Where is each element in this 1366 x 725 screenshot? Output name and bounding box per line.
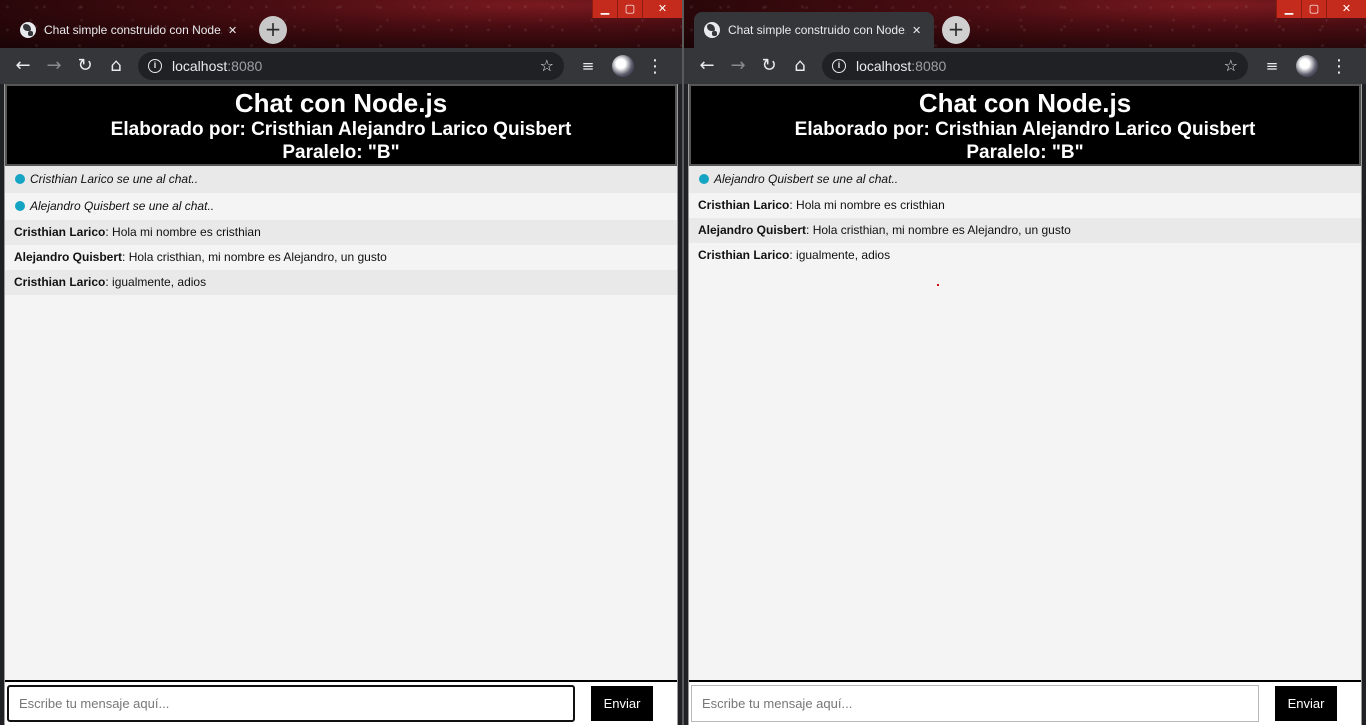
close-tab-icon[interactable]: ✕ [912, 24, 921, 37]
message-text: : igualmente, adios [789, 248, 891, 262]
profile-avatar[interactable] [612, 55, 634, 77]
forward-icon[interactable]: → [724, 52, 752, 80]
message-author: Cristhian Larico [14, 275, 106, 289]
message-composer: Enviar [5, 680, 677, 725]
system-message-text: Alejandro Quisbert se une al chat.. [30, 199, 215, 213]
url-host: localhost [856, 58, 912, 74]
address-bar[interactable]: i localhost:8080 ☆ [822, 52, 1248, 80]
browser-toolbar: ← → ↻ ⌂ i localhost:8080 ☆ ≡ ⋮ [684, 48, 1366, 84]
chat-section: Paralelo: "B" [966, 142, 1084, 163]
tab-title: Chat simple construido con Node.js [44, 23, 222, 37]
message-text: : Hola cristhian, mi nombre es Alejandro… [806, 223, 1071, 237]
chat-message: Cristhian Larico: igualmente, adios [689, 243, 1361, 268]
system-message-text: Cristhian Larico se une al chat.. [30, 172, 199, 186]
site-info-icon[interactable]: i [832, 59, 846, 73]
bookmark-star-icon[interactable]: ☆ [1224, 56, 1238, 75]
reload-icon[interactable]: ↻ [755, 52, 783, 80]
new-tab-button[interactable]: + [259, 16, 287, 44]
chat-message: Cristhian Larico: igualmente, adios [5, 270, 677, 295]
join-dot-icon [15, 174, 25, 184]
send-button[interactable]: Enviar [591, 686, 653, 721]
chat-author: Elaborado por: Cristhian Alejandro Laric… [794, 119, 1256, 140]
message-text: : igualmente, adios [105, 275, 207, 289]
system-message: Cristhian Larico se une al chat.. [5, 166, 677, 193]
message-list: Alejandro Quisbert se une al chat.. Crist… [689, 166, 1361, 268]
globe-icon [20, 22, 36, 38]
browser-toolbar: ← → ↻ ⌂ i localhost:8080 ☆ ≡ ⋮ [0, 48, 682, 84]
message-text: : Hola mi nombre es cristhian [105, 225, 261, 239]
close-window-button[interactable]: ✕ [642, 0, 682, 18]
message-author: Cristhian Larico [698, 248, 790, 262]
message-input[interactable] [7, 685, 575, 722]
message-author: Cristhian Larico [14, 225, 106, 239]
window-controls: ▁ ▢ ✕ [592, 0, 682, 18]
message-input[interactable] [691, 685, 1259, 722]
browser-window-right: ▁ ▢ ✕ Chat simple construido con Node.js… [684, 0, 1366, 725]
chat-title: Chat con Node.js [234, 88, 448, 118]
reading-list-icon[interactable]: ≡ [1258, 57, 1286, 75]
maximize-button[interactable]: ▢ [1301, 0, 1326, 18]
join-dot-icon [15, 201, 25, 211]
menu-icon[interactable]: ⋮ [1330, 56, 1348, 77]
window-controls: ▁ ▢ ✕ [1276, 0, 1366, 18]
chat-author: Elaborado por: Cristhian Alejandro Laric… [110, 119, 572, 140]
message-author: Alejandro Quisbert [14, 250, 123, 264]
browser-tab[interactable]: Chat simple construido con Node.js ✕ [694, 12, 934, 48]
reading-list-icon[interactable]: ≡ [574, 57, 602, 75]
join-dot-icon [699, 174, 709, 184]
chat-title: Chat con Node.js [918, 88, 1132, 118]
home-icon[interactable]: ⌂ [102, 52, 130, 80]
system-message: Alejandro Quisbert se une al chat.. [689, 166, 1361, 193]
address-bar[interactable]: i localhost:8080 ☆ [138, 52, 564, 80]
cursor-speck [937, 284, 939, 286]
system-message: Alejandro Quisbert se une al chat.. [5, 193, 677, 220]
forward-icon[interactable]: → [40, 52, 68, 80]
minimize-button[interactable]: ▁ [592, 0, 617, 18]
new-tab-button[interactable]: + [942, 16, 970, 44]
minimize-button[interactable]: ▁ [1276, 0, 1301, 18]
chat-message: Alejandro Quisbert: Hola cristhian, mi n… [689, 218, 1361, 243]
reload-icon[interactable]: ↻ [71, 52, 99, 80]
message-author: Cristhian Larico [698, 198, 790, 212]
chat-message: Cristhian Larico: Hola mi nombre es cris… [5, 220, 677, 245]
site-info-icon[interactable]: i [148, 59, 162, 73]
browser-tab[interactable]: Chat simple construido con Node.js ✕ [10, 12, 250, 48]
url-port: :8080 [911, 58, 947, 74]
chat-section: Paralelo: "B" [282, 142, 400, 163]
message-author: Alejandro Quisbert [698, 223, 807, 237]
back-icon[interactable]: ← [9, 52, 37, 80]
chat-message: Alejandro Quisbert: Hola cristhian, mi n… [5, 245, 677, 270]
menu-icon[interactable]: ⋮ [646, 56, 664, 77]
message-text: : Hola cristhian, mi nombre es Alejandro… [122, 250, 387, 264]
chat-header: Chat con Node.js Elaborado por: Cristhia… [5, 84, 677, 166]
browser-window-left: ▁ ▢ ✕ Chat simple construido con Node.js… [0, 0, 682, 725]
home-icon[interactable]: ⌂ [786, 52, 814, 80]
system-message-text: Alejandro Quisbert se une al chat.. [714, 172, 899, 186]
message-composer: Enviar [689, 680, 1361, 725]
chat-page: Chat con Node.js Elaborado por: Cristhia… [4, 84, 678, 725]
tab-title: Chat simple construido con Node.js [728, 23, 906, 37]
chat-message: Cristhian Larico: Hola mi nombre es cris… [689, 193, 1361, 218]
bookmark-star-icon[interactable]: ☆ [540, 56, 554, 75]
globe-icon [704, 22, 720, 38]
close-window-button[interactable]: ✕ [1326, 0, 1366, 18]
profile-avatar[interactable] [1296, 55, 1318, 77]
message-text: : Hola mi nombre es cristhian [789, 198, 945, 212]
maximize-button[interactable]: ▢ [617, 0, 642, 18]
send-button[interactable]: Enviar [1275, 686, 1337, 721]
url-host: localhost [172, 58, 228, 74]
chat-header: Chat con Node.js Elaborado por: Cristhia… [689, 84, 1361, 166]
close-tab-icon[interactable]: ✕ [228, 24, 237, 37]
message-list: Cristhian Larico se une al chat.. Alejand… [5, 166, 677, 295]
url-port: :8080 [227, 58, 263, 74]
back-icon[interactable]: ← [693, 52, 721, 80]
chat-page: Chat con Node.js Elaborado por: Cristhia… [688, 84, 1362, 725]
